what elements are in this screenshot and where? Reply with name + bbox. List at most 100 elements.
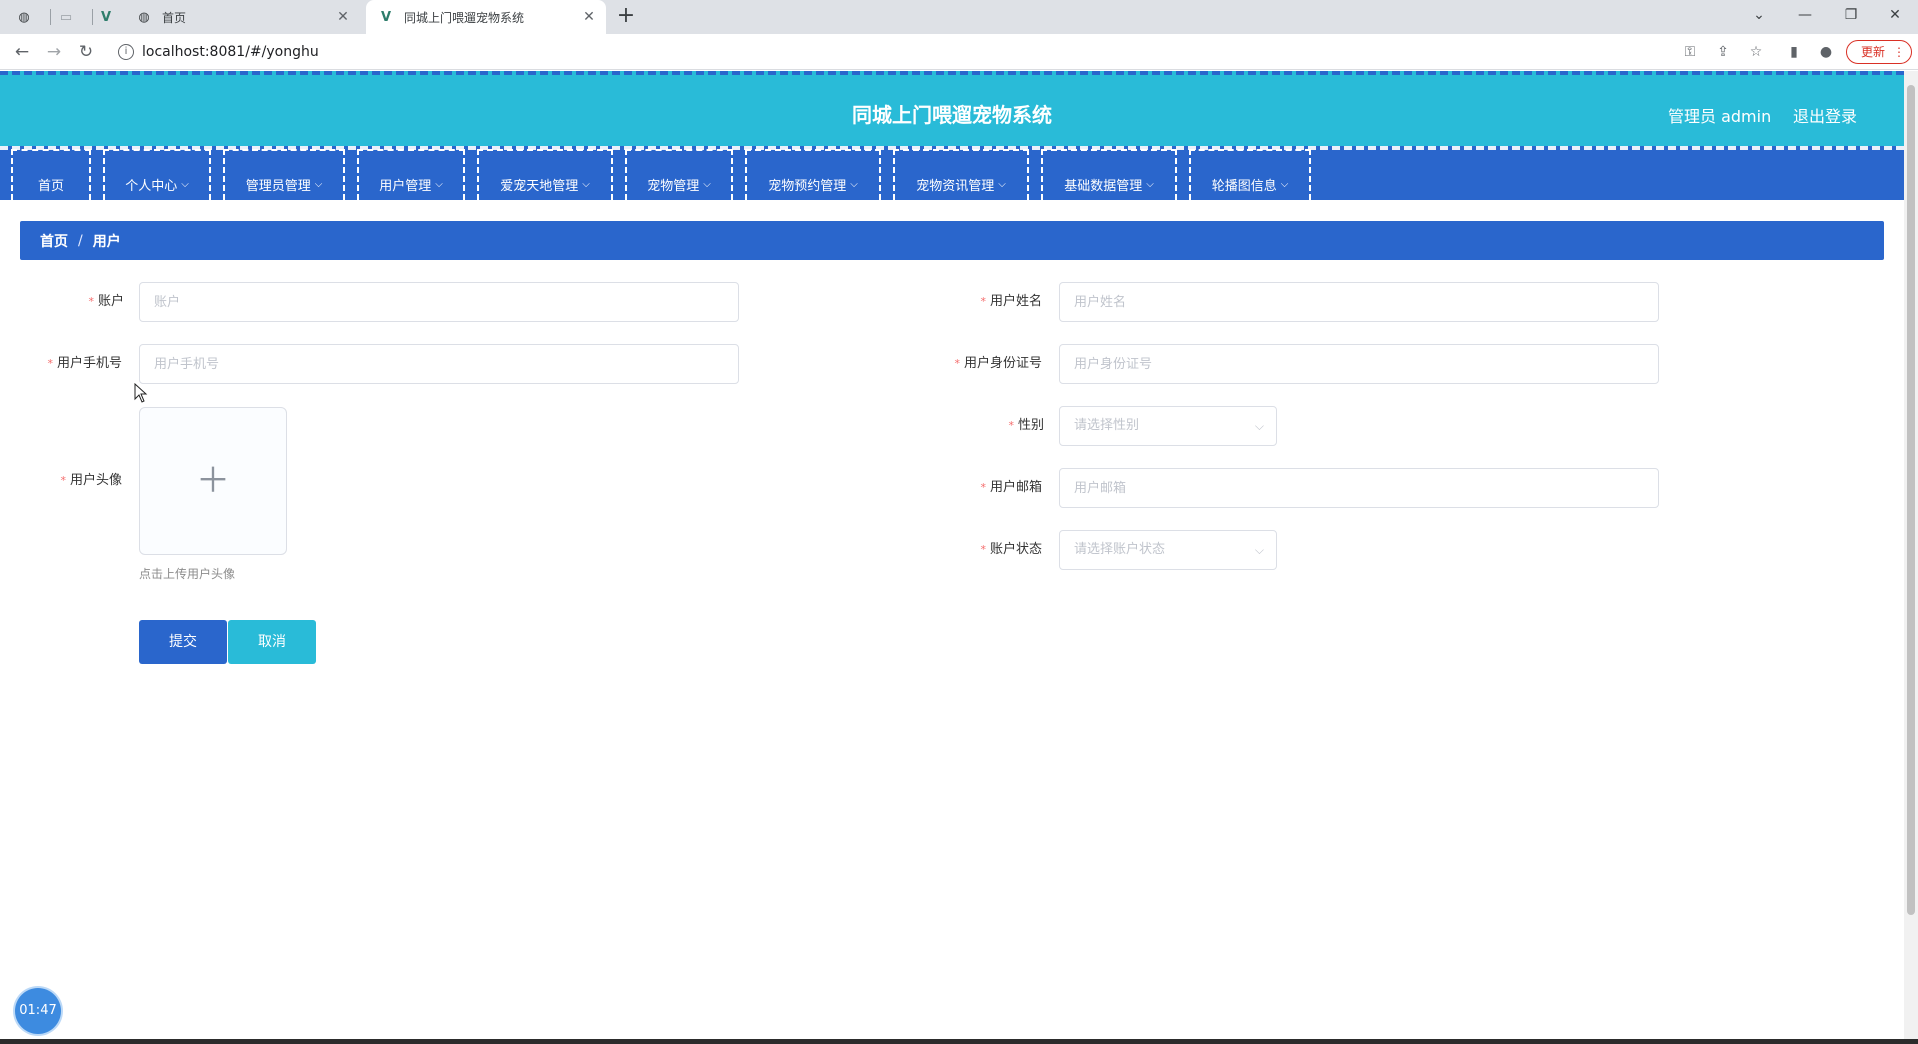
restore-icon[interactable]: ❐ xyxy=(1828,0,1874,34)
site-info-icon[interactable]: i xyxy=(118,44,134,60)
forward-arrow-icon[interactable]: → xyxy=(42,40,66,64)
close-icon[interactable]: ✕ xyxy=(580,8,598,26)
cancel-button[interactable]: 取消 xyxy=(228,620,316,664)
reload-icon[interactable]: ↻ xyxy=(74,40,98,64)
select-placeholder: 请选择性别 xyxy=(1074,418,1140,433)
avatar-upload[interactable]: ＋ xyxy=(139,407,287,555)
required-mark: * xyxy=(980,295,986,308)
minimize-icon[interactable]: — xyxy=(1782,0,1828,34)
current-user: 管理员 admin xyxy=(1668,107,1772,126)
new-tab-button[interactable]: + xyxy=(614,5,638,29)
app-viewport: 同城上门喂遛宠物系统 管理员 admin 退出登录 首页 个人中心 ⌵ 管理员管理… xyxy=(0,71,1904,1039)
name-label: * 用户姓名 xyxy=(900,282,1042,322)
key-icon[interactable]: ⚿ xyxy=(1680,42,1700,62)
close-icon[interactable]: ✕ xyxy=(334,8,352,26)
chevron-down-icon: ⌵ xyxy=(1146,179,1154,190)
menu-label: 宠物资讯管理 xyxy=(916,179,995,194)
required-mark: * xyxy=(60,474,66,487)
required-mark: * xyxy=(980,481,986,494)
chevron-down-icon: ⌵ xyxy=(850,179,858,190)
menu-item-news[interactable]: 宠物资讯管理 ⌵ xyxy=(893,149,1029,200)
label-text: 账户 xyxy=(97,294,124,309)
id-number-input[interactable] xyxy=(1059,344,1659,384)
tab-title: 首页 xyxy=(162,10,187,25)
menu-item-pets[interactable]: 宠物管理 ⌵ xyxy=(625,149,733,200)
browser-tab-4[interactable]: V 同城上门喂遛宠物系统 ✕ xyxy=(366,0,606,34)
phone-label: * 用户手机号 xyxy=(20,344,122,384)
label-text: 用户邮箱 xyxy=(989,480,1042,495)
browser-tab-2[interactable]: V xyxy=(98,0,122,34)
menu-item-base-data[interactable]: 基础数据管理 ⌵ xyxy=(1041,149,1177,200)
menu-label: 管理员管理 xyxy=(245,179,311,194)
update-button[interactable]: 更新 ⋮ xyxy=(1846,40,1912,64)
menu-label: 个人中心 xyxy=(125,179,178,194)
chevron-down-icon: ⌵ xyxy=(314,179,323,190)
chevron-down-icon: ⌵ xyxy=(582,179,590,190)
back-arrow-icon[interactable]: ← xyxy=(10,40,34,64)
required-mark: * xyxy=(1008,419,1014,432)
required-mark: * xyxy=(954,357,960,370)
email-input[interactable] xyxy=(1059,468,1659,508)
page-title: 同城上门喂遛宠物系统 xyxy=(852,103,1052,127)
browser-tab-1[interactable]: ▭ xyxy=(58,0,82,34)
globe-icon: ◍ xyxy=(138,9,150,25)
menu-item-profile[interactable]: 个人中心 ⌵ xyxy=(103,149,211,200)
account-input[interactable] xyxy=(139,282,739,322)
profile-icon[interactable]: ● xyxy=(1816,42,1836,62)
menu-label: 用户管理 xyxy=(379,179,432,194)
gender-select[interactable]: 请选择性别 ⌵ xyxy=(1059,406,1277,446)
app-header: 同城上门喂遛宠物系统 管理员 admin 退出登录 xyxy=(0,71,1904,150)
menu-label: 宠物预约管理 xyxy=(768,179,847,194)
taskbar-edge xyxy=(0,1039,1918,1044)
window-close-icon[interactable]: ✕ xyxy=(1872,0,1918,34)
submit-button[interactable]: 提交 xyxy=(139,620,227,664)
page-scrollbar[interactable] xyxy=(1904,71,1918,1039)
select-placeholder: 请选择账户状态 xyxy=(1074,542,1166,557)
star-icon[interactable]: ☆ xyxy=(1746,42,1766,62)
avatar-upload-tip: 点击上传用户头像 xyxy=(139,567,236,581)
browser-tab-3[interactable]: ◍ 首页 ✕ xyxy=(136,0,360,34)
sidebar-icon[interactable]: ▮ xyxy=(1784,42,1804,62)
label-text: 用户头像 xyxy=(69,473,122,488)
logout-link[interactable]: 退出登录 xyxy=(1793,103,1857,127)
account-label: * 账户 xyxy=(20,282,124,322)
email-label: * 用户邮箱 xyxy=(900,468,1042,508)
menu-item-pet-world[interactable]: 爱宠天地管理 ⌵ xyxy=(477,149,613,200)
menu-label: 首页 xyxy=(37,179,64,194)
menu-item-admin[interactable]: 管理员管理 ⌵ xyxy=(223,149,345,200)
vue-logo-icon: V xyxy=(100,9,112,25)
chevron-down-icon: ⌵ xyxy=(1254,419,1264,433)
blank-page-icon: ▭ xyxy=(59,9,73,25)
label-text: 账户状态 xyxy=(989,542,1042,557)
menu-item-appointments[interactable]: 宠物预约管理 ⌵ xyxy=(745,149,881,200)
breadcrumb: 首页 / 用户 xyxy=(20,221,1884,260)
update-label: 更新 xyxy=(1861,45,1886,59)
mouse-cursor-icon xyxy=(134,383,148,403)
menu-item-users[interactable]: 用户管理 ⌵ xyxy=(357,149,465,200)
browser-tabstrip: ◍ ▭ V ◍ 首页 ✕ V 同城上门喂遛宠物系统 ✕ + ⌄ — ❐ ✕ xyxy=(0,0,1918,34)
name-input[interactable] xyxy=(1059,282,1659,322)
menu-label: 宠物管理 xyxy=(647,179,700,194)
breadcrumb-home[interactable]: 首页 xyxy=(40,231,68,251)
status-label: * 账户状态 xyxy=(900,530,1042,570)
status-select[interactable]: 请选择账户状态 ⌵ xyxy=(1059,530,1277,570)
chevron-down-icon: ⌵ xyxy=(1280,179,1289,190)
required-mark: * xyxy=(47,357,53,370)
recording-timer: 01:47 xyxy=(15,988,61,1034)
more-icon: ⋮ xyxy=(1893,45,1905,59)
label-text: 用户手机号 xyxy=(56,356,122,371)
address-bar[interactable]: i localhost:8081/#/yonghu xyxy=(110,38,1678,66)
scrollbar-thumb[interactable] xyxy=(1907,85,1915,915)
breadcrumb-separator: / xyxy=(78,232,83,249)
browser-tab-0[interactable]: ◍ xyxy=(16,0,40,34)
tab-separator xyxy=(50,9,51,25)
chevron-down-icon: ⌵ xyxy=(435,179,443,190)
menu-item-home[interactable]: 首页 xyxy=(11,149,91,200)
plus-icon: ＋ xyxy=(196,461,230,501)
chevron-down-icon: ⌵ xyxy=(1254,543,1264,557)
tab-search-icon[interactable]: ⌄ xyxy=(1736,0,1782,34)
phone-input[interactable] xyxy=(139,344,739,384)
avatar-label: * 用户头像 xyxy=(20,461,122,501)
share-icon[interactable]: ⇪ xyxy=(1713,42,1733,62)
menu-item-carousel[interactable]: 轮播图信息 ⌵ xyxy=(1189,149,1311,200)
